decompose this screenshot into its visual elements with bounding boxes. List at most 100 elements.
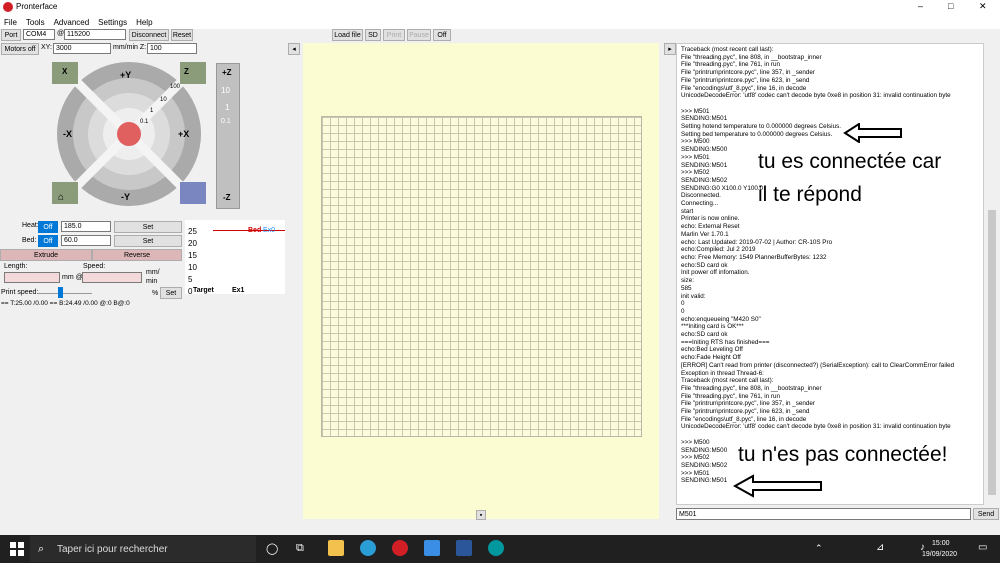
length-input[interactable] <box>4 272 60 283</box>
console-line: echo:Bed Leveling Off <box>681 346 743 354</box>
console-log: Traceback (most recent call last): File … <box>676 43 984 505</box>
bed-set-button[interactable]: Set <box>114 235 182 247</box>
console-line: ***Initing card is OK*** <box>681 323 744 331</box>
pronterface-taskbar-icon[interactable] <box>392 540 408 556</box>
menu-help[interactable]: Help <box>136 18 152 27</box>
heat-off-button[interactable]: Off <box>38 221 58 233</box>
home-x-label[interactable]: X <box>62 67 67 76</box>
annotation-arrow-1 <box>843 123 902 143</box>
annotation-connected-1: tu es connectée car <box>758 150 942 173</box>
console-line: UnicodeDecodeError: 'utf8' codec can't d… <box>681 92 951 100</box>
port-select[interactable]: COM4 <box>23 29 55 40</box>
console-line: Traceback (most recent call last): <box>681 377 774 385</box>
minimize-button[interactable]: – <box>918 1 923 11</box>
console-line: echo:Fade Height Off <box>681 354 741 362</box>
plus-y-label[interactable]: +Y <box>120 70 131 80</box>
annotation-connected-2: il te répond <box>758 183 862 206</box>
z-step-1[interactable]: 1 <box>225 103 229 112</box>
menu-advanced[interactable]: Advanced <box>54 18 90 27</box>
menu-settings[interactable]: Settings <box>98 18 127 27</box>
console-line: SENDING:M501 <box>681 477 728 485</box>
step-0-1[interactable]: 0.1 <box>140 119 148 125</box>
print-speed-slider-thumb[interactable] <box>58 287 63 298</box>
graph-tick-10: 10 <box>188 263 197 272</box>
z-control[interactable] <box>216 63 240 209</box>
clock-date[interactable]: 19/09/2020 <box>922 551 957 558</box>
tray-chevron-icon[interactable]: ⌃ <box>815 543 823 554</box>
file-explorer-icon[interactable] <box>328 540 344 556</box>
word-icon[interactable] <box>456 540 472 556</box>
graph-bed-legend: Bed <box>248 227 262 234</box>
close-button[interactable]: ✕ <box>979 1 987 12</box>
bed-temp-select[interactable]: 60.0 <box>61 235 111 246</box>
load-file-button[interactable]: Load file <box>332 29 363 41</box>
step-100[interactable]: 100 <box>170 84 180 90</box>
console-scrollbar-thumb[interactable] <box>988 210 996 495</box>
collapse-right-button[interactable]: ▸ <box>664 43 676 55</box>
console-line: 585 <box>681 284 692 292</box>
plus-x-label[interactable]: +X <box>178 129 189 139</box>
z-step-10[interactable]: 10 <box>221 86 230 95</box>
z-minus-label[interactable]: -Z <box>223 193 231 202</box>
console-line: echo: External Reset <box>681 223 740 231</box>
print-speed-set-button[interactable]: Set <box>160 287 182 299</box>
print-speed-slider[interactable] <box>38 293 92 294</box>
pause-button[interactable]: Pause <box>407 29 431 41</box>
clock-time[interactable]: 15:00 <box>932 540 950 547</box>
send-button[interactable]: Send <box>973 508 999 520</box>
extrude-button[interactable]: Extrude <box>0 249 92 261</box>
console-line: File "printrun\printcore.pyc", line 357,… <box>681 400 815 408</box>
app-icon <box>3 2 13 12</box>
step-1[interactable]: 1 <box>150 108 153 114</box>
minus-y-label[interactable]: -Y <box>121 192 130 202</box>
graph-tick-15: 15 <box>188 251 197 260</box>
speed-input[interactable] <box>82 272 142 283</box>
maximize-button[interactable]: □ <box>948 1 953 11</box>
minus-x-label[interactable]: -X <box>63 129 72 139</box>
off-button[interactable]: Off <box>433 29 451 41</box>
step-10[interactable]: 10 <box>160 97 167 103</box>
heat-temp-select[interactable]: 185.0 <box>61 221 111 232</box>
port-button[interactable]: Port <box>1 29 21 41</box>
windows-start-icon[interactable] <box>10 542 24 556</box>
console-line: >>> M500 <box>681 138 710 146</box>
mail-icon[interactable] <box>424 540 440 556</box>
home-all-icon[interactable]: ⌂ <box>58 192 64 203</box>
build-plate-grid[interactable] <box>321 116 642 437</box>
task-switch-icon[interactable]: ⧉ <box>296 542 304 555</box>
home-z-label[interactable]: Z <box>184 67 189 76</box>
motors-off-button[interactable]: Motors off <box>1 43 39 55</box>
window-title: Pronterface <box>16 2 58 11</box>
baud-select[interactable]: 115200 <box>64 29 126 40</box>
z-feed-input[interactable]: 100 <box>147 43 197 54</box>
edge-icon[interactable] <box>360 540 376 556</box>
console-line: >>> M501 <box>681 469 710 477</box>
xy-feed-input[interactable]: 3000 <box>53 43 111 54</box>
taskbar-search-text[interactable]: Taper ici pour rechercher <box>57 544 168 555</box>
command-input[interactable]: M501 <box>676 508 971 520</box>
reset-button[interactable]: Reset <box>171 29 193 41</box>
collapse-left-button[interactable]: ◂ <box>288 43 300 55</box>
task-view-icon[interactable]: ◯ <box>266 542 278 555</box>
sd-button[interactable]: SD <box>365 29 381 41</box>
speed-label: Speed: <box>83 263 106 270</box>
heat-set-button[interactable]: Set <box>114 221 182 233</box>
console-line: File "printrun\printcore.pyc", line 357,… <box>681 69 815 77</box>
print-button[interactable]: Print <box>383 29 405 41</box>
arduino-icon[interactable] <box>488 540 504 556</box>
menu-tools[interactable]: Tools <box>26 18 45 27</box>
z-step-0-1[interactable]: 0.1 <box>221 118 231 125</box>
tray-network-icon[interactable]: ⊿ <box>876 542 884 553</box>
print-speed-label: Print speed: <box>1 289 39 296</box>
console-line: File "printrun\printcore.pyc", line 623,… <box>681 76 810 84</box>
notification-icon[interactable]: ▭ <box>978 542 987 553</box>
disconnect-button[interactable]: Disconnect <box>129 29 169 41</box>
bed-off-button[interactable]: Off <box>38 235 58 247</box>
z-plus-label[interactable]: +Z <box>222 68 232 77</box>
expand-bottom-button[interactable]: ▪ <box>476 510 486 520</box>
xy-feed-label: XY: <box>41 44 52 51</box>
console-line: File "printrun\printcore.pyc", line 623,… <box>681 408 810 416</box>
menu-file[interactable]: File <box>4 18 17 27</box>
reverse-button[interactable]: Reverse <box>92 249 182 261</box>
console-line: ===Initing RTS has finished=== <box>681 338 770 346</box>
